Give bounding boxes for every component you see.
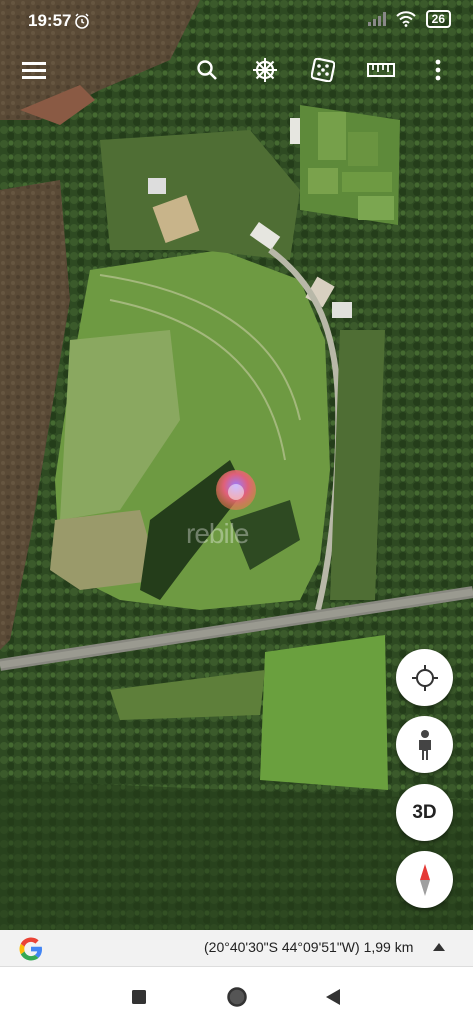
measure-button[interactable] — [359, 48, 403, 92]
back-button[interactable] — [318, 982, 348, 1012]
triangle-back-icon — [326, 989, 340, 1005]
my-location-button[interactable] — [396, 649, 453, 706]
crosshair-icon — [411, 664, 438, 691]
compass-icon — [419, 863, 430, 896]
3d-toggle-button[interactable]: 3D — [396, 784, 453, 841]
voyager-wheel-icon — [253, 58, 277, 82]
coordinates-bar[interactable]: (20°40'30"S 44°09'51"W) 1,99 km — [0, 930, 473, 967]
compass-button[interactable] — [396, 851, 453, 908]
coordinates-scale-text: (20°40'30"S 44°09'51"W) 1,99 km — [204, 939, 414, 955]
menu-icon — [22, 62, 46, 79]
home-button[interactable] — [222, 982, 252, 1012]
menu-button[interactable] — [12, 48, 56, 92]
circle-home-icon — [227, 987, 247, 1007]
status-icons: 26 — [367, 10, 451, 28]
satellite-imagery — [0, 0, 473, 930]
signal-icon — [367, 12, 386, 26]
feeling-lucky-button[interactable] — [301, 48, 345, 92]
alarm-icon — [75, 13, 89, 29]
square-recents-icon — [132, 990, 146, 1004]
more-options-button[interactable] — [416, 48, 460, 92]
more-vert-icon — [435, 59, 441, 81]
status-bar: 19:57 26 — [0, 0, 473, 40]
wifi-icon — [395, 11, 416, 27]
system-navigation-bar — [0, 967, 473, 1024]
pegman-icon — [418, 729, 431, 760]
3d-label: 3D — [412, 801, 437, 823]
satellite-map[interactable]: rebile — [0, 0, 473, 930]
google-logo-icon — [19, 937, 42, 961]
watermark: rebile — [186, 518, 249, 549]
expand-up-icon[interactable] — [433, 943, 445, 951]
street-view-button[interactable] — [396, 716, 453, 773]
dice-icon — [311, 58, 335, 82]
search-icon — [197, 60, 217, 80]
search-button[interactable] — [185, 48, 229, 92]
status-time: 19:57 — [28, 11, 72, 30]
battery-indicator: 26 — [425, 10, 451, 28]
ruler-icon — [367, 63, 395, 77]
voyager-button[interactable] — [243, 48, 287, 92]
map-toolbar — [0, 48, 473, 92]
recents-button[interactable] — [124, 982, 154, 1012]
